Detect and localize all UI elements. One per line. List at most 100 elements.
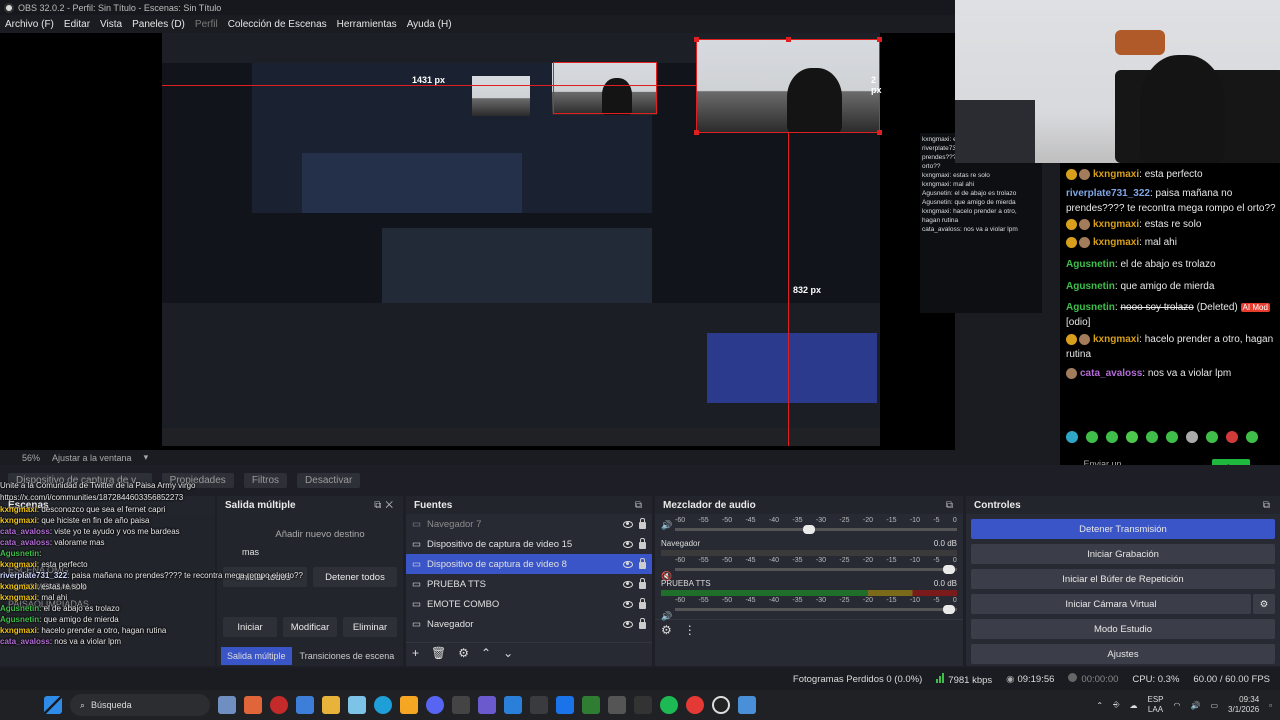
calculator-icon[interactable] [738, 696, 756, 714]
modify-button[interactable]: Modificar [283, 617, 337, 637]
stop-stream-button[interactable]: Detener Transmisión [971, 519, 1275, 539]
resize-handle[interactable] [877, 130, 882, 135]
dock-controls[interactable]: ⧉ [635, 500, 646, 511]
emote-icon[interactable] [1086, 431, 1098, 443]
mixer-settings-icon[interactable]: ⚙ [661, 623, 672, 637]
windows-start-icon[interactable] [44, 696, 62, 714]
display-capture-source[interactable]: kxngmaxi: esta perfecto riverplate731_32… [162, 33, 1042, 446]
virtual-camera-settings-icon[interactable]: ⚙ [1253, 594, 1275, 614]
emote-icon[interactable] [1106, 431, 1118, 443]
settings-button[interactable]: Ajustes [971, 644, 1275, 664]
lock-icon[interactable] [639, 518, 646, 529]
menu-coleccion-escenas[interactable]: Colección de Escenas [228, 19, 327, 30]
stop-all-button[interactable]: Detener todos [313, 567, 397, 587]
discord-icon[interactable] [426, 696, 444, 714]
folder-icon[interactable] [322, 696, 340, 714]
resize-handle[interactable] [694, 130, 699, 135]
speaker-icon[interactable]: 🔊 [661, 611, 672, 622]
spotify-icon[interactable] [660, 696, 678, 714]
virtual-camera-button[interactable]: Iniciar Cámara Virtual [971, 594, 1251, 614]
dock-controls[interactable]: ⧉ [946, 500, 957, 511]
studio-mode-button[interactable]: Modo Estudio [971, 619, 1275, 639]
speaker-icon[interactable]: 🔊 [661, 520, 672, 531]
emote-icon[interactable] [1146, 431, 1158, 443]
tab-multi-output[interactable]: Salida múltiple [221, 647, 292, 665]
usb-icon[interactable]: ⎆ [1113, 700, 1119, 710]
eye-icon[interactable] [623, 600, 633, 608]
resize-handle[interactable] [786, 37, 791, 42]
gear-icon[interactable]: ⚙ [458, 646, 469, 660]
opera-icon[interactable] [270, 696, 288, 714]
menu-paneles[interactable]: Paneles (D) [132, 19, 185, 30]
source-item[interactable]: ▭ PRUEBA TTS [406, 574, 652, 594]
start-button[interactable]: Iniciar [223, 617, 277, 637]
lock-icon[interactable] [639, 558, 646, 569]
emote-icon[interactable] [1246, 431, 1258, 443]
resize-handle[interactable] [877, 37, 882, 42]
menu-ayuda[interactable]: Ayuda (H) [407, 19, 452, 30]
emote-icon[interactable] [1186, 431, 1198, 443]
add-icon[interactable]: + [412, 646, 419, 660]
preview-canvas[interactable]: kxngmaxi: esta perfecto riverplate731_32… [0, 33, 1042, 450]
cloud-icon[interactable]: ☁ [1129, 701, 1137, 710]
eye-icon[interactable] [623, 520, 633, 528]
emote-icon[interactable] [1126, 431, 1138, 443]
lock-icon[interactable] [639, 598, 646, 609]
menu-perfil[interactable]: Perfil [195, 19, 218, 30]
store-icon[interactable] [296, 696, 314, 714]
start-all-button[interactable]: Iniciar todos [223, 567, 307, 587]
more-options-icon[interactable]: ⋮ [684, 623, 696, 637]
brave-icon[interactable] [400, 696, 418, 714]
deactivate-button[interactable]: Desactivar [297, 473, 361, 488]
selection-box-webcam[interactable] [696, 39, 880, 133]
volume-slider[interactable] [675, 605, 957, 614]
eye-icon[interactable] [623, 560, 633, 568]
lock-icon[interactable] [639, 538, 646, 549]
obs-taskbar-icon[interactable] [712, 696, 730, 714]
zoom-level[interactable]: 56% [22, 453, 40, 463]
notepad-icon[interactable] [530, 696, 548, 714]
resize-handle[interactable] [694, 37, 699, 42]
task-view-icon[interactable] [218, 696, 236, 714]
clock[interactable]: 09:34 3/1/2026 [1228, 695, 1259, 715]
delete-button[interactable]: Eliminar [343, 617, 397, 637]
zoom-fit-label[interactable]: Ajustar a la ventana [52, 453, 132, 463]
chevron-up-icon[interactable]: ⌃ [481, 646, 491, 660]
emote-icon[interactable] [1206, 431, 1218, 443]
edge-icon[interactable] [374, 696, 392, 714]
eye-icon[interactable] [623, 620, 633, 628]
tab-scene-transitions[interactable]: Transiciones de escena [294, 647, 401, 665]
chrome-icon[interactable] [686, 696, 704, 714]
chevron-down-icon[interactable]: ▾ [144, 452, 149, 463]
eye-icon[interactable] [623, 580, 633, 588]
battery-icon[interactable]: ▭ [1210, 701, 1218, 710]
terminal-icon[interactable] [634, 696, 652, 714]
properties-button[interactable]: Propiedades [161, 473, 234, 488]
menu-herramientas[interactable]: Herramientas [337, 19, 397, 30]
selection-box-small[interactable] [553, 62, 657, 114]
excel-icon[interactable] [582, 696, 600, 714]
taskbar-search[interactable]: ⌕ Búsqueda [70, 694, 210, 716]
scene-item[interactable]: PAISAOLIMPIADAS [8, 596, 215, 613]
trash-icon[interactable]: 🗑 [431, 646, 446, 660]
pen-icon[interactable] [348, 696, 366, 714]
emote-icon[interactable] [1066, 431, 1078, 443]
dock-controls[interactable]: ⧉ [1263, 500, 1274, 511]
volume-icon[interactable]: 🔊 [1190, 701, 1200, 710]
chevron-down-icon[interactable]: ⌄ [503, 646, 513, 660]
emote-icon[interactable] [1166, 431, 1178, 443]
replay-buffer-button[interactable]: Iniciar el Búfer de Repetición [971, 569, 1275, 589]
dock-controls[interactable]: ⧉✕ [374, 500, 397, 511]
wifi-icon[interactable]: ◠ [1174, 701, 1181, 710]
source-item[interactable]: ▭ EMOTE COMBO [406, 594, 652, 614]
settings-icon[interactable] [608, 696, 626, 714]
eye-icon[interactable] [623, 540, 633, 548]
source-item[interactable]: ▭ Navegador 7 [406, 514, 652, 534]
capcut-icon[interactable] [452, 696, 470, 714]
menu-editar[interactable]: Editar [64, 19, 90, 30]
app-icon[interactable] [556, 696, 574, 714]
scene-item[interactable]: ESCENA OMG [8, 562, 215, 579]
volume-knob[interactable] [943, 605, 955, 614]
lock-icon[interactable] [639, 578, 646, 589]
notifications-icon[interactable]: ▫ [1269, 701, 1272, 710]
